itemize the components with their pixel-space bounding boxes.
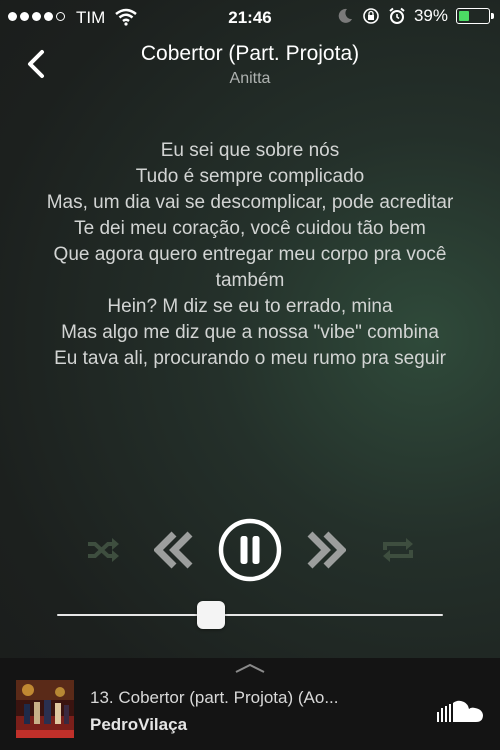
lyric-line: Eu sei que sobre nós (160, 140, 340, 161)
moon-icon (338, 8, 352, 23)
lyric-line: Mas algo me diz que a nossa "vibe" combi… (61, 322, 439, 343)
alarm-icon (389, 7, 405, 24)
lyric-line: Hein? M diz se eu to errado, mina (107, 296, 393, 317)
lyrics: Eu sei que sobre nós Tudo é sempre compl… (30, 138, 470, 372)
battery-icon (456, 8, 494, 24)
lyric-line: Te dei meu coração, você cuidou tão bem (74, 218, 426, 239)
song-title: Cobertor (Part. Projota) (140, 42, 360, 65)
mini-player-track[interactable]: 13. Cobertor (part. Projota) (Ao... (90, 688, 410, 708)
playback-controls (0, 518, 500, 582)
progress-track (57, 614, 443, 616)
fast-forward-icon[interactable] (304, 530, 346, 570)
rotation-lock-icon (363, 8, 379, 24)
progress-slider[interactable] (57, 601, 443, 629)
rewind-icon[interactable] (154, 530, 196, 570)
artist-name: Anitta (229, 70, 271, 87)
lyric-line: Tudo é sempre complicado (135, 166, 365, 187)
lyric-line: Mas, um dia vai se descomplicar, pode ac… (46, 192, 454, 213)
repeat-icon[interactable] (380, 536, 416, 564)
progress-thumb[interactable] (197, 601, 226, 629)
chevron-up-icon[interactable] (234, 662, 266, 674)
mini-player: 13. Cobertor (part. Projota) (Ao... Pedr… (0, 658, 500, 750)
mini-player-user[interactable]: PedroVilaça (90, 715, 187, 735)
shuffle-icon[interactable] (86, 536, 120, 564)
battery-percentage: 39% (413, 6, 448, 25)
lyric-line: Que agora quero entregar meu corpo pra v… (53, 244, 447, 291)
lyric-line: Eu tava ali, procurando o meu rumo pra s… (54, 348, 446, 369)
album-cover[interactable] (16, 680, 74, 738)
pause-icon[interactable] (218, 518, 282, 582)
soundcloud-icon[interactable] (436, 698, 486, 724)
status-bar: TIM 21:46 39% (0, 0, 500, 36)
